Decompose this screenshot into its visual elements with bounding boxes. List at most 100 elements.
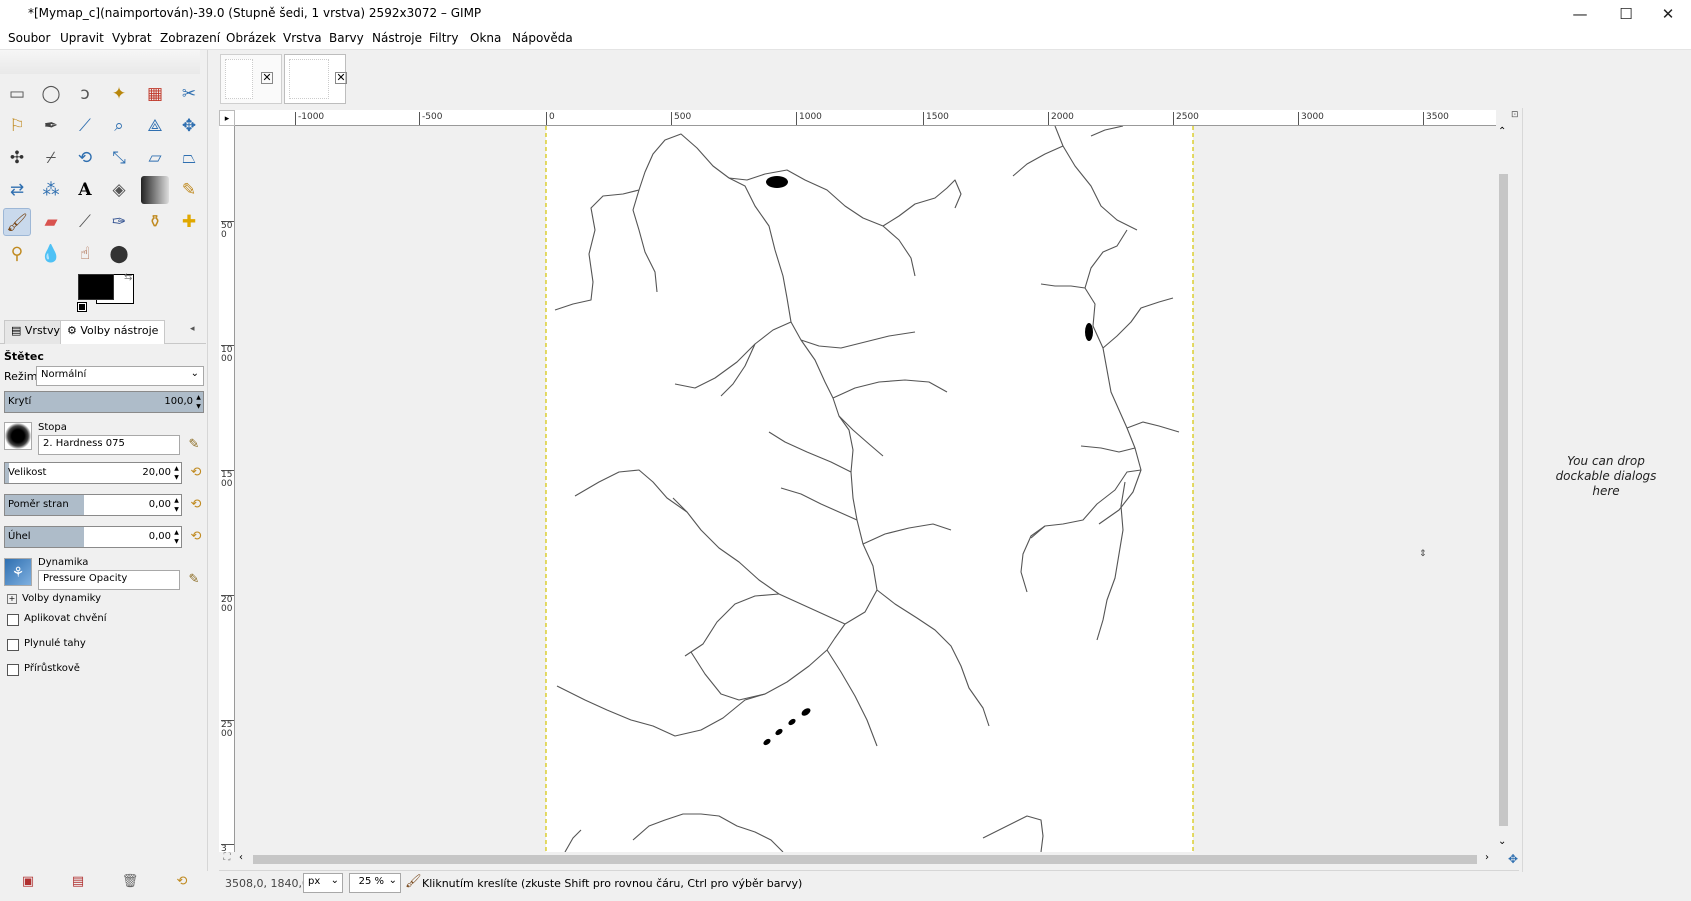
menu-file[interactable]: Soubor — [8, 31, 50, 45]
measure-icon[interactable]: ⟁ — [141, 112, 169, 140]
dynamics-options-expander[interactable]: Volby dynamiky — [22, 593, 101, 604]
clone-icon[interactable]: ⚱ — [141, 208, 169, 236]
angle-slider[interactable]: Úhel 0,00 ▲ ▼ — [4, 526, 182, 548]
perspective-icon[interactable]: ⏢ — [175, 144, 203, 172]
minimize-button[interactable]: — — [1557, 0, 1603, 28]
dynamics-icon[interactable]: ⚘ — [4, 558, 32, 586]
foreground-select-icon[interactable]: ⚐ — [3, 112, 31, 140]
unit-select[interactable]: px ⌄ — [303, 873, 343, 893]
color-picker-icon[interactable]: ⟋ — [71, 112, 99, 140]
select-by-color-icon[interactable]: ▦ — [141, 80, 169, 108]
ink-icon[interactable]: ✑ — [105, 208, 133, 236]
shear-icon[interactable]: ▱ — [141, 144, 169, 172]
default-colors-icon[interactable] — [77, 302, 87, 312]
zoom-icon[interactable]: ⌕ — [105, 112, 133, 140]
smudge-icon[interactable]: ☝ — [71, 240, 99, 268]
aspect-ratio-spin-icon[interactable]: ▲ ▼ — [173, 496, 180, 514]
menu-filters[interactable]: Filtry — [429, 31, 458, 45]
incremental-checkbox[interactable] — [7, 664, 19, 676]
angle-reset-icon[interactable]: ⟲ — [186, 528, 206, 546]
horizontal-scrollbar[interactable]: ‹ › — [235, 852, 1496, 867]
vertical-ruler[interactable]: 500 1000 1500 2000 2500 3 — [219, 126, 235, 852]
aspect-ratio-slider[interactable]: Poměr stran 0,00 ▲ ▼ — [4, 494, 182, 516]
size-spin-icon[interactable]: ▲ ▼ — [173, 464, 180, 482]
rotate-icon[interactable]: ⟲ — [71, 144, 99, 172]
image-tab-1[interactable]: ✕ — [220, 54, 282, 104]
edit-brush-icon[interactable]: ✎ — [184, 436, 204, 454]
bucket-fill-icon[interactable]: ◈ — [105, 176, 133, 204]
rect-select-icon[interactable]: ▭ — [3, 80, 31, 108]
tab-tool-options[interactable]: ⚙ Volby nástroje — [60, 320, 166, 344]
menu-select[interactable]: Vybrat — [112, 31, 152, 45]
close-tab-icon[interactable]: ✕ — [261, 72, 273, 84]
image-content[interactable] — [235, 126, 1496, 852]
save-options-icon[interactable]: ▣ — [18, 873, 38, 891]
eraser-icon[interactable]: ▰ — [37, 208, 65, 236]
cage-transform-icon[interactable]: ⁂ — [37, 176, 65, 204]
reset-options-icon[interactable]: ⟲ — [172, 873, 192, 891]
horizontal-ruler[interactable]: -1000 -500 0 500 1000 1500 2000 2500 300… — [235, 110, 1496, 126]
move-icon[interactable]: ✥ — [175, 112, 203, 140]
menu-tools[interactable]: Nástroje — [372, 31, 422, 45]
foreground-color-swatch[interactable] — [78, 274, 114, 300]
crop-icon[interactable]: ⌿ — [37, 144, 65, 172]
menu-edit[interactable]: Upravit — [60, 31, 104, 45]
panel-menu-icon[interactable]: ◂ — [190, 324, 195, 334]
maximize-button[interactable]: ☐ — [1603, 0, 1649, 28]
aspect-ratio-reset-icon[interactable]: ⟲ — [186, 496, 206, 514]
navigate-icon[interactable]: ✥ — [1508, 852, 1522, 867]
tab-layers[interactable]: ▤ Vrstvy — [4, 320, 68, 344]
perspective-clone-icon[interactable]: ⚲ — [3, 240, 31, 268]
size-slider[interactable]: Velikost 20,00 ▲ ▼ — [4, 462, 182, 484]
dynamics-field[interactable]: Pressure Opacity — [38, 570, 180, 590]
navigation-corner-icon[interactable]: ⛶ — [219, 852, 235, 867]
quick-mask-corner[interactable]: ▸ — [219, 110, 235, 126]
menu-colors[interactable]: Barvy — [329, 31, 364, 45]
free-select-icon[interactable]: ↄ — [71, 80, 99, 108]
size-reset-icon[interactable]: ⟲ — [186, 464, 206, 482]
dodge-burn-icon[interactable]: ⬤ — [105, 240, 133, 268]
horizontal-scroll-thumb[interactable] — [253, 855, 1477, 864]
image-canvas[interactable] — [235, 126, 1496, 852]
close-tab-icon[interactable]: ✕ — [335, 72, 347, 84]
blend-icon[interactable] — [141, 176, 169, 204]
brush-field[interactable]: 2. Hardness 075 — [38, 435, 180, 455]
swap-colors-icon[interactable]: ⇆ — [124, 272, 132, 283]
expand-icon[interactable]: + — [7, 594, 17, 604]
brush-preview[interactable] — [4, 422, 32, 450]
text-icon[interactable]: A — [71, 176, 99, 204]
menu-windows[interactable]: Okna — [470, 31, 501, 45]
menu-view[interactable]: Zobrazení — [160, 31, 220, 45]
flip-icon[interactable]: ⇄ — [3, 176, 31, 204]
menu-layer[interactable]: Vrstva — [283, 31, 322, 45]
blur-icon[interactable]: 💧 — [37, 240, 65, 268]
edit-dynamics-icon[interactable]: ✎ — [184, 571, 204, 589]
fuzzy-select-icon[interactable]: ✦ — [105, 80, 133, 108]
scissors-icon[interactable]: ✂ — [175, 80, 203, 108]
scroll-up-icon[interactable]: ⌃ — [1498, 126, 1506, 137]
opacity-spin-icon[interactable]: ▲ ▼ — [195, 393, 202, 411]
vertical-scrollbar[interactable]: ⌃ ⌄ — [1496, 126, 1511, 852]
menu-image[interactable]: Obrázek — [226, 31, 276, 45]
smooth-stroke-checkbox[interactable] — [7, 639, 19, 651]
heal-icon[interactable]: ✚ — [175, 208, 203, 236]
paths-icon[interactable]: ✒ — [37, 112, 65, 140]
menu-help[interactable]: Nápověda — [512, 31, 573, 45]
zoom-select[interactable]: 25 % ⌄ — [349, 873, 401, 893]
pencil-icon[interactable]: ✎ — [175, 176, 203, 204]
apply-jitter-checkbox[interactable] — [7, 614, 19, 626]
mode-select[interactable]: Normální ⌄ — [36, 366, 204, 386]
close-button[interactable]: ✕ — [1645, 0, 1691, 28]
airbrush-icon[interactable]: ⟋ — [71, 208, 99, 236]
vertical-scroll-thumb[interactable] — [1499, 174, 1508, 826]
angle-spin-icon[interactable]: ▲ ▼ — [173, 528, 180, 546]
scroll-right-icon[interactable]: › — [1485, 852, 1489, 863]
image-tab-2[interactable]: ✕ — [284, 54, 347, 104]
scale-icon[interactable]: ⤡ — [105, 144, 133, 172]
scroll-left-icon[interactable]: ‹ — [239, 852, 243, 863]
opacity-slider[interactable]: Krytí 100,0 ▲ ▼ — [4, 391, 204, 413]
ellipse-select-icon[interactable]: ◯ — [37, 80, 65, 108]
delete-options-icon[interactable]: 🗑 — [120, 873, 140, 891]
align-icon[interactable]: ✣ — [3, 144, 31, 172]
restore-options-icon[interactable]: ▤ — [68, 873, 88, 891]
